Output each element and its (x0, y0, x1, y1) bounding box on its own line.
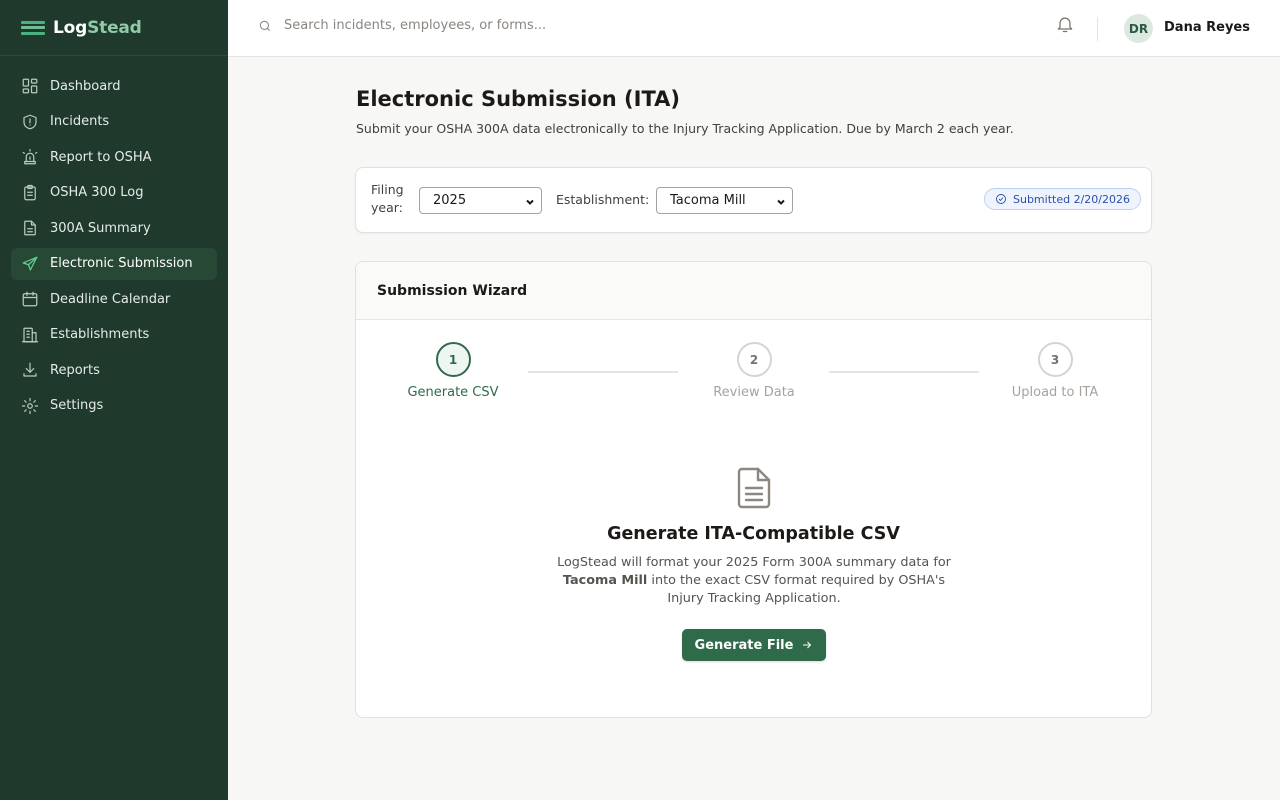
sidebar-item-label: Settings (50, 398, 104, 413)
sidebar-item-label: OSHA 300 Log (50, 185, 144, 200)
sidebar-nav: Dashboard Incidents Report to OSHA OSHA … (0, 56, 228, 422)
sidebar-item-label: Dashboard (50, 78, 121, 94)
notifications-bell-icon[interactable] (1055, 14, 1075, 34)
generate-description: LogStead will format your 2025 Form 300A… (554, 554, 954, 608)
filing-year-select[interactable]: 2025 (419, 187, 542, 214)
page-title: Electronic Submission (ITA) (356, 87, 680, 111)
sidebar-item-osha-300-log[interactable]: OSHA 300 Log (11, 177, 217, 209)
status-badge: Submitted 2/20/2026 (984, 188, 1141, 210)
check-circle-icon (996, 194, 1006, 204)
sidebar-item-300a-summary[interactable]: 300A Summary (11, 212, 217, 244)
user-name[interactable]: Dana Reyes (1164, 20, 1250, 35)
wizard-step-review-data[interactable]: 2 Review Data (694, 342, 814, 400)
sidebar-item-label: Reports (50, 362, 100, 378)
establishment-label: Establishment: (556, 192, 650, 207)
file-text-icon (21, 219, 39, 237)
gear-icon (21, 397, 39, 415)
wizard-step-generate-csv[interactable]: 1 Generate CSV (393, 342, 513, 400)
establishment-select[interactable]: Tacoma Mill (656, 187, 793, 214)
brand-name-part2: Stead (87, 17, 142, 38)
step-label: Generate CSV (407, 385, 499, 400)
desc-part1: LogStead will format your 2025 Form 300A… (557, 555, 951, 570)
step-connector (528, 371, 678, 373)
search-input[interactable] (284, 18, 644, 33)
sidebar-item-label: Incidents (50, 114, 110, 129)
search-icon (259, 20, 271, 31)
dashboard-icon (21, 77, 39, 95)
wizard-title: Submission Wizard (356, 262, 1151, 320)
step-label: Upload to ITA (1011, 385, 1099, 400)
chevron-down-icon (776, 196, 786, 206)
chevron-down-icon (525, 196, 535, 206)
arrow-right-icon (803, 641, 812, 649)
sidebar: LogStead Dashboard Incidents Report to O… (0, 0, 228, 800)
sidebar-item-report-to-osha[interactable]: Report to OSHA (11, 141, 217, 173)
send-icon (21, 255, 39, 273)
sidebar-item-label: Report to OSHA (50, 149, 152, 165)
filing-year-value: 2025 (433, 193, 467, 208)
siren-icon (21, 148, 39, 166)
sidebar-item-electronic-submission[interactable]: Electronic Submission (11, 247, 217, 280)
sidebar-item-establishments[interactable]: Establishments (11, 319, 217, 351)
desc-establishment: Tacoma Mill (562, 573, 648, 588)
download-icon (21, 361, 39, 379)
brand-name: LogStead (53, 18, 142, 38)
filter-card: Filing year: 2025 Establishment: Tacoma … (355, 167, 1152, 233)
calendar-icon (21, 290, 39, 308)
brand[interactable]: LogStead (0, 0, 228, 56)
generate-heading: Generate ITA-Compatible CSV (607, 524, 900, 544)
step-number: 2 (736, 342, 772, 377)
submission-wizard: Submission Wizard 1 Generate CSV 2 Revie… (355, 261, 1152, 718)
generate-file-button[interactable]: Generate File (682, 629, 826, 661)
shield-alert-icon (21, 113, 39, 131)
sidebar-item-label: Electronic Submission (50, 256, 193, 271)
avatar[interactable]: DR (1124, 14, 1153, 43)
sidebar-item-dashboard[interactable]: Dashboard (11, 70, 217, 102)
establishment-value: Tacoma Mill (670, 193, 746, 208)
wizard-step-upload-to-ita[interactable]: 3 Upload to ITA (995, 342, 1115, 400)
brand-name-part1: Log (53, 17, 88, 38)
building-icon (21, 326, 39, 344)
filing-year-label: Filing year: (371, 182, 404, 215)
topbar-divider (1097, 17, 1098, 41)
sidebar-item-reports[interactable]: Reports (11, 354, 217, 386)
page-subtitle: Submit your OSHA 300A data electronicall… (356, 121, 1014, 136)
status-badge-text: Submitted 2/20/2026 (1013, 192, 1130, 206)
step-connector (829, 371, 979, 373)
document-icon (736, 466, 772, 510)
main-content: Electronic Submission (ITA) Submit your … (228, 57, 1280, 800)
sidebar-item-label: 300A Summary (50, 220, 151, 236)
step-number: 1 (435, 342, 471, 377)
sidebar-item-incidents[interactable]: Incidents (11, 106, 217, 138)
step-label: Review Data (713, 385, 795, 400)
clipboard-icon (21, 184, 39, 202)
sidebar-item-label: Deadline Calendar (50, 291, 171, 307)
sidebar-item-label: Establishments (50, 327, 150, 342)
sidebar-item-settings[interactable]: Settings (11, 390, 217, 422)
sidebar-item-deadline-calendar[interactable]: Deadline Calendar (11, 283, 217, 315)
search-bar (258, 18, 644, 33)
generate-file-label: Generate File (694, 637, 794, 653)
desc-part2: into the exact CSV format required by OS… (651, 573, 946, 606)
logstead-logo-icon (21, 20, 45, 35)
topbar: DR Dana Reyes (228, 0, 1280, 57)
step-number: 3 (1037, 342, 1073, 377)
